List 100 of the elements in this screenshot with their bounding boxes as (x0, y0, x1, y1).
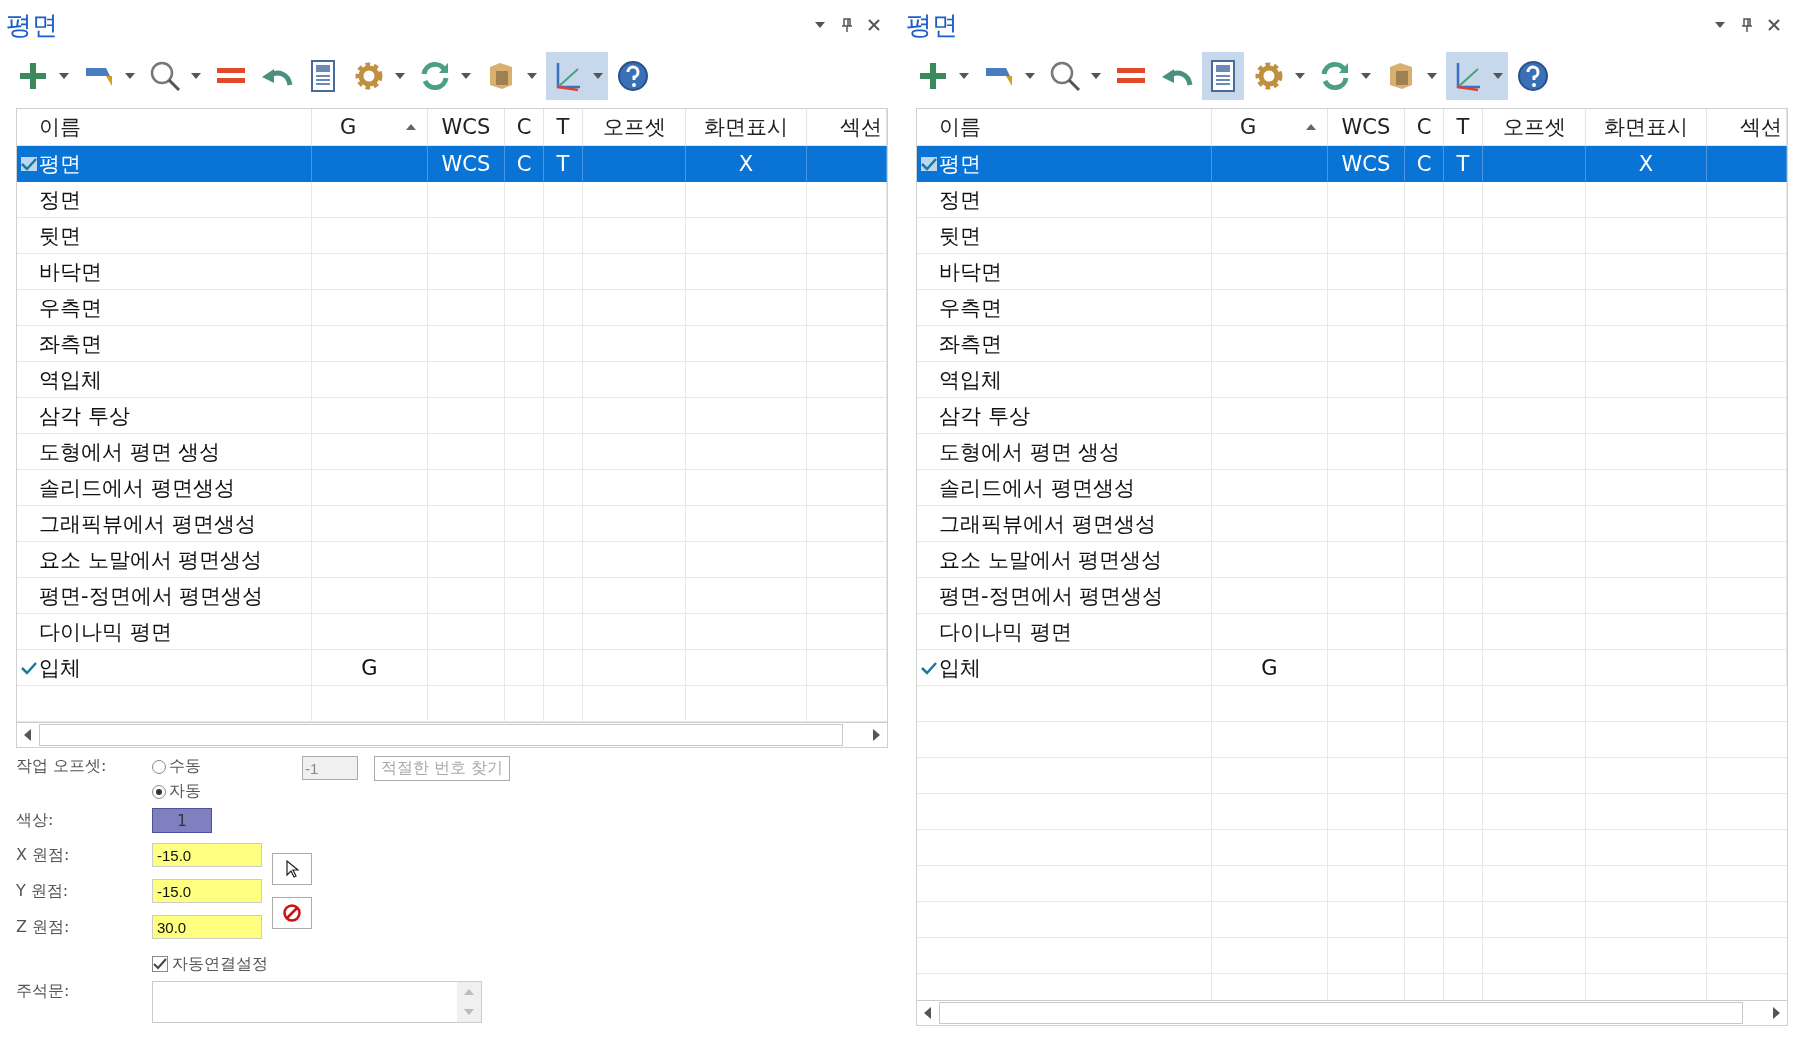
table-row[interactable]: 좌측면 (17, 326, 887, 362)
table-row[interactable]: 바닥면 (917, 254, 1787, 290)
caret-icon[interactable] (1294, 72, 1306, 80)
caret-icon[interactable] (1426, 72, 1438, 80)
table-cell: T (556, 151, 570, 176)
toolbar-button[interactable] (1202, 52, 1244, 100)
scrollbar-thumb[interactable] (39, 724, 843, 746)
table-cell-text: 우측면 (39, 294, 102, 322)
table-cell-text: 솔리드에서 평면생성 (39, 474, 235, 502)
caret-icon[interactable] (394, 72, 406, 80)
table-row[interactable]: 도형에서 평면 생성 (917, 434, 1787, 470)
table-row[interactable]: 평면 WCS C T X (917, 146, 1787, 182)
table-cell-text: 입체 (939, 654, 981, 682)
table-cell: C (516, 151, 532, 176)
table-cell-text: 좌측면 (39, 330, 102, 358)
table-row[interactable]: 다이나믹 평면 (917, 614, 1787, 650)
table-cell: G (361, 655, 378, 680)
scrollbar-thumb[interactable] (939, 1002, 1743, 1024)
caret-icon[interactable] (526, 72, 538, 80)
table-row[interactable]: 역입체 (17, 362, 887, 398)
table-cell-text: 우측면 (939, 294, 1002, 322)
sort-icon (1305, 123, 1317, 131)
pin-icon[interactable] (1742, 18, 1752, 32)
table-row[interactable]: 도형에서 평면 생성 (17, 434, 887, 470)
table-row[interactable]: 우측면 (17, 290, 887, 326)
table-cell-text: 역입체 (39, 366, 102, 394)
pick-button[interactable] (272, 853, 312, 885)
dropdown-icon[interactable] (1714, 21, 1726, 29)
check-icon[interactable] (921, 156, 937, 171)
checkmark-icon (153, 958, 167, 970)
table-cell: X (738, 151, 754, 176)
caret-icon[interactable] (1492, 72, 1504, 80)
search-icon (148, 59, 182, 93)
caret-icon[interactable] (460, 72, 472, 80)
caret-icon[interactable] (124, 72, 136, 80)
table-row[interactable]: 솔리드에서 평면생성 (917, 470, 1787, 506)
table-cell-text: 요소 노말에서 평면생성 (39, 546, 263, 574)
table-row[interactable]: 삼각 투상 (17, 398, 887, 434)
check-icon[interactable] (21, 156, 37, 171)
table-cell-text: 도형에서 평면 생성 (939, 438, 1121, 466)
table-row[interactable]: 정면 (17, 182, 887, 218)
table-cell-text: 좌측면 (939, 330, 1002, 358)
table-row[interactable]: 우측면 (917, 290, 1787, 326)
radio-option[interactable]: 자동 (152, 781, 302, 802)
table-row[interactable]: 그래픽뷰에서 평면생성 (917, 506, 1787, 542)
help-icon (1516, 59, 1550, 93)
caret-icon[interactable] (958, 72, 970, 80)
table-row[interactable]: 역입체 (917, 362, 1787, 398)
help-icon (616, 59, 650, 93)
dropdown-icon[interactable] (814, 21, 826, 29)
table-row[interactable]: 평면 WCS C T X (17, 146, 887, 182)
table-row[interactable]: 그래픽뷰에서 평면생성 (17, 506, 887, 542)
caret-icon[interactable] (1360, 72, 1372, 80)
table-row[interactable]: 평면-정면에서 평면생성 (917, 578, 1787, 614)
radio-option[interactable]: 수동 (152, 756, 302, 777)
table-row[interactable]: 평면-정면에서 평면생성 (17, 578, 887, 614)
caret-icon[interactable] (58, 72, 70, 80)
table-row[interactable]: 다이나믹 평면 (17, 614, 887, 650)
close-icon[interactable] (868, 19, 880, 31)
table-cell: T (1456, 151, 1470, 176)
table-cell-text: 그래픽뷰에서 평면생성 (39, 510, 256, 538)
field-label: Z 원점: (16, 916, 71, 938)
table-row[interactable]: 좌측면 (917, 326, 1787, 362)
table-row[interactable]: 뒷면 (17, 218, 887, 254)
table-cell-text: 정면 (39, 186, 81, 214)
caret-icon[interactable] (1090, 72, 1102, 80)
caret-icon[interactable] (190, 72, 202, 80)
table-row[interactable]: 바닥면 (17, 254, 887, 290)
field-label: 작업 오프셋: (16, 756, 108, 777)
toolbar-button[interactable] (1446, 52, 1508, 100)
table-row[interactable]: 뒷면 (917, 218, 1787, 254)
check-icon[interactable] (21, 660, 37, 675)
table-cell-text: 바닥면 (939, 258, 1002, 286)
table-row[interactable]: 삼각 투상 (917, 398, 1787, 434)
origin-field[interactable]: 30.0 (152, 915, 262, 939)
origin-field[interactable]: -15.0 (152, 879, 262, 903)
table-cell-text: 도형에서 평면 생성 (39, 438, 221, 466)
table-row[interactable]: 요소 노말에서 평면생성 (917, 542, 1787, 578)
caret-icon[interactable] (592, 72, 604, 80)
panel-title: 평면 (906, 8, 958, 42)
table-row[interactable]: 정면 (917, 182, 1787, 218)
field-label: X 원점: (16, 844, 71, 866)
panel-title: 평면 (6, 8, 58, 42)
table-cell: G (1261, 655, 1278, 680)
origin-field[interactable]: -15.0 (152, 843, 262, 867)
field-label: Y 원점: (16, 880, 70, 902)
table-cell: WCS (441, 151, 491, 176)
table-row[interactable]: 요소 노말에서 평면생성 (17, 542, 887, 578)
toolbar-button[interactable] (546, 52, 608, 100)
caret-icon[interactable] (1024, 72, 1036, 80)
table-cell-text: 뒷면 (39, 222, 81, 250)
table-row[interactable]: 솔리드에서 평면생성 (17, 470, 887, 506)
check-icon[interactable] (921, 660, 937, 675)
table-cell-text: 솔리드에서 평면생성 (939, 474, 1135, 502)
cancel-button[interactable] (272, 897, 312, 929)
close-icon[interactable] (1768, 19, 1780, 31)
pin-icon[interactable] (842, 18, 852, 32)
table-cell-text: 바닥면 (39, 258, 102, 286)
auto-link-checkbox[interactable]: 자동연결설정 (152, 953, 268, 975)
table-cell-text: 삼각 투상 (39, 402, 130, 430)
